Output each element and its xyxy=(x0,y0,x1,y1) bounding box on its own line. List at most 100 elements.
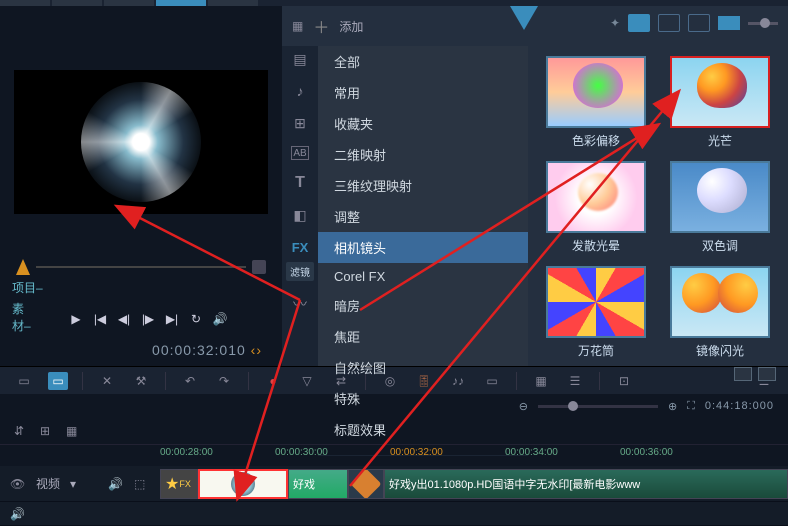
path-icon[interactable]: 〰 xyxy=(290,295,310,313)
filter-thumb[interactable]: 色彩偏移 xyxy=(540,56,652,149)
next-frame-button[interactable]: ▶| xyxy=(164,311,180,327)
audio-icon[interactable]: ♪ xyxy=(290,82,310,100)
favorite-icon[interactable]: ✦ xyxy=(610,16,620,30)
menu-item[interactable]: 常用 xyxy=(318,77,528,108)
fx-badge: FX xyxy=(179,479,191,489)
record-icon[interactable]: ● xyxy=(263,372,283,390)
lock-icon[interactable]: ⬚ xyxy=(134,477,150,491)
template-icon[interactable]: ⊞ xyxy=(290,114,310,132)
filter-thumb[interactable]: 发散光晕 xyxy=(540,161,652,254)
thumb-label: 双色调 xyxy=(702,237,738,254)
filter-thumb-selected[interactable]: 光芒 xyxy=(664,56,776,149)
thumb-label: 万花筒 xyxy=(578,342,614,359)
display-toggle-icon[interactable] xyxy=(718,16,740,30)
playhead-marker-icon[interactable] xyxy=(16,259,30,275)
menu-item[interactable]: 焦距 xyxy=(318,321,528,352)
track-body[interactable]: ★FX 好戏 好戏y出01.1080p.HD国语中字无水印[最新电影www xyxy=(160,466,788,501)
clip-main[interactable]: 好戏y出01.1080p.HD国语中字无水印[最新电影www xyxy=(384,469,788,499)
filter-thumb[interactable]: 镜像闪光 xyxy=(664,266,776,359)
menu-item[interactable]: 全部 xyxy=(318,46,528,77)
loop-button[interactable]: ↻ xyxy=(188,311,204,327)
volume-icon[interactable]: 🔊 xyxy=(212,311,228,327)
lock-all-icon[interactable]: ⊞ xyxy=(40,424,56,438)
clip-fx[interactable]: ★FX xyxy=(160,469,198,499)
fx-icon[interactable]: FX xyxy=(290,238,310,256)
project-mode-tab[interactable]: 项目– xyxy=(12,279,43,296)
preview-video[interactable] xyxy=(14,70,268,214)
zoom-in-icon[interactable]: ⊕ xyxy=(668,400,677,413)
audio-track: 🔊 xyxy=(0,502,788,526)
menu-item[interactable]: 标题效果 xyxy=(318,414,528,445)
thumb-size-slider[interactable] xyxy=(748,22,778,25)
track-header: 👁 视频 ▾ 🔊 ⬚ xyxy=(0,475,160,492)
menu-item-selected[interactable]: 相机镜头 xyxy=(318,232,528,263)
snapshot-icon[interactable] xyxy=(252,260,266,274)
scrub-slider[interactable] xyxy=(36,266,246,268)
menu-item[interactable]: 三维纹理映射 xyxy=(318,170,528,201)
overlay-icon[interactable]: ◧ xyxy=(290,206,310,224)
thumb-label: 光芒 xyxy=(708,132,732,149)
title-icon[interactable]: T xyxy=(290,174,310,192)
gallery-mode-icon[interactable]: ▦ xyxy=(292,19,303,33)
marker-drop-icon[interactable]: ▽ xyxy=(297,372,317,390)
add-icon[interactable]: ＋ xyxy=(313,14,329,38)
chevron-down-icon[interactable]: ▾ xyxy=(70,477,76,491)
menu-item[interactable]: 特殊 xyxy=(318,383,528,414)
signal-icon[interactable] xyxy=(658,14,680,32)
toggle-all-icon[interactable]: ⇵ xyxy=(14,424,30,438)
ripple-icon[interactable]: ▦ xyxy=(66,424,82,438)
fx-tooltip: 滤镜 xyxy=(286,262,314,281)
menu-item[interactable]: 暗房 xyxy=(318,290,528,321)
expand-icon[interactable] xyxy=(758,367,776,381)
clip-thumbnail xyxy=(231,472,255,496)
filter-thumb[interactable]: 万花筒 xyxy=(540,266,652,359)
clip-selected[interactable] xyxy=(198,469,288,499)
text-style-icon[interactable]: AB xyxy=(291,146,309,160)
transition-clip[interactable] xyxy=(348,469,384,499)
thumb-label: 发散光晕 xyxy=(572,237,620,254)
library-sidebar: ▤ ♪ ⊞ AB T ◧ FX 滤镜 〰 xyxy=(282,6,318,366)
ruler-tick: 00:00:28:00 xyxy=(160,445,275,466)
play-button[interactable]: ▶ xyxy=(68,311,84,327)
thumb-footer-controls xyxy=(540,367,776,381)
rewind-button[interactable]: ◀| xyxy=(116,311,132,327)
menu-item[interactable]: 自然绘图 xyxy=(318,352,528,383)
track-audio-icon[interactable]: 🔊 xyxy=(10,507,26,521)
timeline-view-icon[interactable]: ▭ xyxy=(48,372,68,390)
feed-icon[interactable] xyxy=(688,14,710,32)
ruler-tick: 00:00:36:00 xyxy=(620,445,735,466)
video-track: 👁 视频 ▾ 🔊 ⬚ ★FX 好戏 好戏y出01.1080p.HD国语中字无水印… xyxy=(0,466,788,502)
redo-icon[interactable]: ↷ xyxy=(214,372,234,390)
collapse-icon[interactable] xyxy=(734,367,752,381)
forward-button[interactable]: |▶ xyxy=(140,311,156,327)
project-duration: 0:44:18:000 xyxy=(705,400,774,412)
prev-frame-button[interactable]: |◀ xyxy=(92,311,108,327)
media-icon[interactable]: ▤ xyxy=(290,50,310,68)
bookmark-flag-icon[interactable] xyxy=(510,6,538,30)
filter-category-menu: 全部 常用 收藏夹 二维映射 三维纹理映射 调整 相机镜头 Corel FX 暗… xyxy=(318,6,528,366)
mute-icon[interactable]: 🔊 xyxy=(108,477,124,491)
clip[interactable]: 好戏 xyxy=(288,469,348,499)
thumb-label: 镜像闪光 xyxy=(696,342,744,359)
thumb-view-icon[interactable] xyxy=(628,14,650,32)
preview-frame-content xyxy=(81,82,201,202)
menu-item[interactable]: 调整 xyxy=(318,201,528,232)
fit-icon[interactable]: ⛶ xyxy=(687,400,695,413)
star-icon: ★ xyxy=(165,474,179,494)
visibility-icon[interactable]: 👁 xyxy=(10,477,26,491)
filter-thumbnails-grid: 色彩偏移 光芒 发散光晕 双色调 万花筒 镜像闪光 xyxy=(528,6,788,366)
menu-item[interactable]: Corel FX xyxy=(318,263,528,290)
tools-icon[interactable]: ⚒ xyxy=(131,372,151,390)
menu-item[interactable]: 收藏夹 xyxy=(318,108,528,139)
menu-item[interactable]: 二维映射 xyxy=(318,139,528,170)
settings-icon[interactable]: ✕ xyxy=(97,372,117,390)
undo-icon[interactable]: ↶ xyxy=(180,372,200,390)
thumb-label: 色彩偏移 xyxy=(572,132,620,149)
add-label[interactable]: 添加 xyxy=(339,18,363,35)
library-panel: ▦ ＋ 添加 ✦ ▤ ♪ ⊞ AB T ◧ FX 滤镜 〰 全部 xyxy=(282,6,788,366)
storyboard-view-icon[interactable]: ▭ xyxy=(14,372,34,390)
material-mode-tab[interactable]: 素材– xyxy=(12,300,42,334)
filter-thumb[interactable]: 双色调 xyxy=(664,161,776,254)
preview-panel: 项目– 素材– ▶ |◀ ◀| |▶ ▶| ↻ 🔊 00:00:32:010 ‹… xyxy=(0,6,282,366)
zoom-slider[interactable] xyxy=(538,405,658,408)
